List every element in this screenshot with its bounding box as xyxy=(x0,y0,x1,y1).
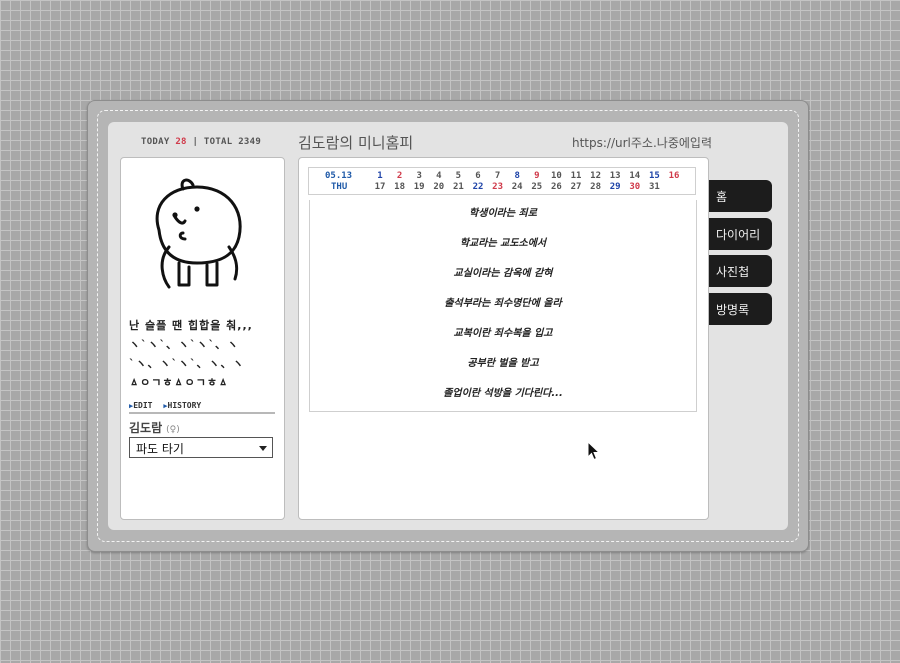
chevron-down-icon xyxy=(259,446,267,451)
calendar-day[interactable]: 22 xyxy=(469,182,487,192)
today-label: TODAY xyxy=(141,137,170,147)
calendar-day[interactable]: 19 xyxy=(410,182,428,192)
calendar-day[interactable]: 18 xyxy=(391,182,409,192)
total-label: TOTAL xyxy=(203,137,233,147)
calendar-day[interactable]: 12 xyxy=(587,171,605,181)
tab-label: 사진첩 xyxy=(716,265,750,279)
bear-icon xyxy=(155,178,242,289)
owner-name: 김도람 (♀) xyxy=(129,419,180,436)
poem-line: 졸업이란 석방을 기다린다... xyxy=(443,388,563,399)
calendar-day[interactable]: 10 xyxy=(547,171,565,181)
poem-line: 교복이란 죄수복을 입고 xyxy=(453,328,553,339)
page-title: 김도람의 미니홈피 xyxy=(298,134,414,152)
surf-select-value: 파도 타기 xyxy=(136,442,184,456)
visit-counter: TODAY 28 | TOTAL 2349 xyxy=(141,137,261,147)
calendar-day[interactable]: 2 xyxy=(391,171,409,181)
calendar-weekday: THU xyxy=(331,182,348,192)
tab-guestbook[interactable]: 방명록 xyxy=(709,293,772,325)
surf-select[interactable]: 파도 타기 xyxy=(129,437,273,458)
calendar-day[interactable]: 4 xyxy=(430,171,448,181)
calendar-day[interactable]: 1 xyxy=(371,171,389,181)
tab-home[interactable]: 홈 xyxy=(709,180,772,212)
status-line: ヽ`ヽ`、ヽ`ヽ`、ヽ xyxy=(129,338,239,351)
history-label: HISTORY xyxy=(167,401,202,410)
tab-label: 다이어리 xyxy=(716,228,761,242)
profile-status: 난 슬플 땐 힙합을 춰,,, ヽ`ヽ`、ヽ`ヽ`、ヽ `ヽ、ヽ`ヽ`、ヽ、ヽ … xyxy=(129,316,279,392)
calendar-day[interactable]: 11 xyxy=(567,171,585,181)
site-url[interactable]: https://url주소.나중에입력 xyxy=(572,134,712,151)
calendar-day[interactable]: 14 xyxy=(626,171,644,181)
tab-photos[interactable]: 사진첩 xyxy=(709,255,772,287)
counter-separator: | xyxy=(192,137,199,147)
history-link[interactable]: ▶HISTORY xyxy=(163,401,201,410)
poem-line: 출석부라는 죄수명단에 올라 xyxy=(444,298,562,309)
owner-name-text: 김도람 xyxy=(129,421,163,435)
calendar-day[interactable]: 13 xyxy=(606,171,624,181)
poem-line: 공부란 벌을 받고 xyxy=(467,358,539,369)
calendar-day[interactable]: 7 xyxy=(489,171,507,181)
calendar-day[interactable]: 30 xyxy=(626,182,644,192)
calendar-day[interactable]: 21 xyxy=(449,182,467,192)
today-count: 28 xyxy=(175,137,187,147)
poem-line: 학생이라는 죄로 xyxy=(469,208,537,219)
profile-edit-bar: ▶EDIT ▶HISTORY xyxy=(129,401,275,414)
calendar-day[interactable]: 9 xyxy=(528,171,546,181)
status-line: `ヽ、ヽ`ヽ`、ヽ、ヽ xyxy=(129,357,245,370)
calendar-day[interactable]: 15 xyxy=(645,171,663,181)
gender-mark: (♀) xyxy=(166,425,180,435)
tab-diary[interactable]: 다이어리 xyxy=(709,218,772,250)
calendar-day[interactable]: 26 xyxy=(547,182,565,192)
calendar-day[interactable]: 17 xyxy=(371,182,389,192)
total-count: 2349 xyxy=(238,137,262,147)
status-line: 난 슬플 땐 힙합을 춰,,, xyxy=(129,319,253,332)
status-line: ㅿㅇㄱㅎㅿㅇㄱㅎㅿ xyxy=(129,376,230,389)
edit-label: EDIT xyxy=(133,401,153,410)
calendar-day[interactable]: 5 xyxy=(449,171,467,181)
calendar-day[interactable]: 23 xyxy=(489,182,507,192)
calendar-day[interactable]: 24 xyxy=(508,182,526,192)
calendar-day[interactable]: 16 xyxy=(665,171,683,181)
edit-link[interactable]: ▶EDIT xyxy=(129,401,152,410)
calendar-bar: 05.13 THU 1 2 3 4 5 6 7 8 9 10 11 12 13 14 15 16 17 18 19 2… xyxy=(308,167,696,195)
calendar-day[interactable]: 6 xyxy=(469,171,487,181)
calendar-day[interactable]: 28 xyxy=(587,182,605,192)
poem-box: 학생이라는 죄로 학교라는 교도소에서 교실이라는 감옥에 갇혀 출석부라는 죄… xyxy=(309,200,697,412)
tab-label: 방명록 xyxy=(716,303,750,317)
calendar-day[interactable]: 25 xyxy=(528,182,546,192)
calendar-day[interactable]: 31 xyxy=(645,182,663,192)
calendar-day[interactable]: 29 xyxy=(606,182,624,192)
poem-line: 교실이라는 감옥에 갇혀 xyxy=(453,268,553,279)
mouse-pointer-icon xyxy=(587,441,601,461)
tab-label: 홈 xyxy=(716,190,728,204)
calendar-day[interactable]: 3 xyxy=(410,171,428,181)
calendar-day[interactable]: 8 xyxy=(508,171,526,181)
calendar-day[interactable]: 20 xyxy=(430,182,448,192)
calendar-day[interactable]: 27 xyxy=(567,182,585,192)
poem-line: 학교라는 교도소에서 xyxy=(459,238,547,249)
calendar-date: 05.13 xyxy=(325,171,353,181)
